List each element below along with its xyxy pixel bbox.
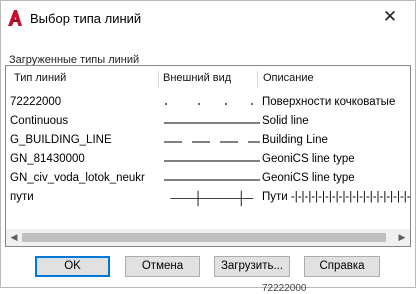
- table-row[interactable]: G_BUILDING_LINE Building Line: [6, 132, 410, 151]
- linetype-name: GN_civ_voda_lotok_neukr: [10, 172, 145, 184]
- linetype-preview-dots: [165, 103, 253, 105]
- linetype-name: пути: [10, 191, 34, 203]
- scroll-right-icon[interactable]: ▶: [394, 230, 410, 245]
- close-icon[interactable]: ✕: [379, 6, 401, 28]
- column-divider[interactable]: [158, 71, 159, 88]
- help-button[interactable]: Справка: [304, 256, 380, 277]
- ok-button[interactable]: OK: [35, 256, 110, 277]
- linetype-dialog: Выбор типа линий ✕ Загруженные типы лини…: [0, 0, 416, 288]
- linetype-preview-solid: [164, 160, 260, 162]
- horizontal-scrollbar[interactable]: ◀ ▶: [6, 229, 410, 246]
- background-text: 72222000: [262, 283, 307, 294]
- linetype-name: GN_81430000: [10, 153, 85, 165]
- table-row[interactable]: 72222000 Поверхности кочковатые: [6, 94, 410, 113]
- linetype-name: Continuous: [10, 115, 69, 127]
- column-header-description[interactable]: Описание: [263, 72, 314, 84]
- linetype-description: Solid line: [262, 115, 309, 127]
- autocad-logo-icon: [8, 10, 22, 26]
- scroll-left-icon[interactable]: ◀: [6, 230, 22, 245]
- linetype-preview-solid: [164, 122, 260, 124]
- linetype-description: GeoniCS line type: [262, 153, 355, 165]
- table-row[interactable]: пути Пути -|-|-|-|-|-|-|-|-|-|-|-|-|-|-|…: [6, 189, 410, 211]
- title-bar[interactable]: Выбор типа линий ✕: [1, 1, 415, 37]
- linetype-preview-dashed: [164, 141, 260, 143]
- linetype-list[interactable]: Тип линий Внешний вид Описание 72222000 …: [5, 65, 411, 247]
- table-row[interactable]: GN_civ_voda_lotok_neukr GeoniCS line typ…: [6, 170, 410, 189]
- linetype-preview-ticks: [170, 190, 254, 207]
- column-header-appearance[interactable]: Внешний вид: [163, 72, 231, 84]
- linetype-description: Пути -|-|-|-|-|-|-|-|-|-|-|-|-|-|-|-|-|-…: [262, 191, 411, 203]
- linetype-description: Поверхности кочковатые: [262, 96, 396, 108]
- table-row[interactable]: Continuous Solid line: [6, 113, 410, 132]
- table-row[interactable]: GN_81430000 GeoniCS line type: [6, 151, 410, 170]
- linetype-description: Building Line: [262, 134, 328, 146]
- cancel-button[interactable]: Отмена: [125, 256, 200, 277]
- linetype-name: 72222000: [10, 96, 62, 108]
- column-header-name[interactable]: Тип линий: [14, 72, 66, 84]
- scrollbar-thumb[interactable]: [22, 233, 386, 242]
- column-divider[interactable]: [257, 71, 258, 88]
- list-header: Тип линий Внешний вид Описание: [6, 66, 410, 92]
- linetype-preview-solid: [164, 179, 260, 181]
- linetype-name: G_BUILDING_LINE: [10, 134, 112, 146]
- dialog-title: Выбор типа линий: [30, 11, 142, 26]
- load-button[interactable]: Загрузить...: [214, 256, 290, 277]
- linetype-description: GeoniCS line type: [262, 172, 355, 184]
